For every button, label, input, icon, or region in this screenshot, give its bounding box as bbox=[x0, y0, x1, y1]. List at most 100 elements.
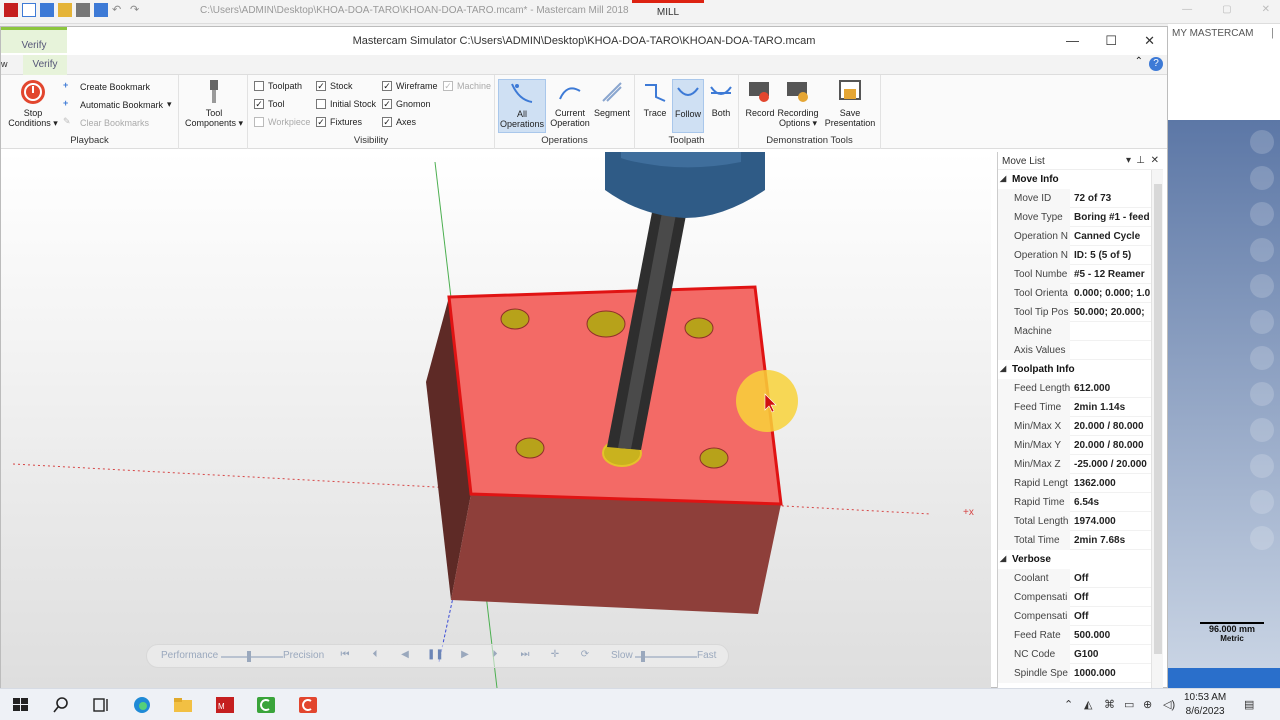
tab-fragment[interactable]: w bbox=[1, 59, 8, 69]
move-list-row[interactable]: Min/Max X 20.000 / 80.000 bbox=[998, 417, 1152, 436]
open-folder-icon[interactable] bbox=[58, 3, 72, 17]
initial-stock-checkbox[interactable]: Initial Stock bbox=[316, 99, 376, 109]
move-list-row[interactable]: Compensati Off bbox=[998, 588, 1152, 607]
move-list-row[interactable]: Spindle Spe 1000.000 bbox=[998, 664, 1152, 683]
quality-slider-thumb[interactable] bbox=[247, 651, 251, 662]
all-operations-button[interactable]: All Operations bbox=[498, 79, 546, 133]
wireframe-checkbox[interactable]: ✓ Wireframe bbox=[382, 81, 438, 91]
tab-verify[interactable]: Verify bbox=[23, 55, 67, 75]
move-list-row[interactable]: Feed Time 2min 1.14s bbox=[998, 398, 1152, 417]
view-tool-icon[interactable] bbox=[1250, 202, 1274, 226]
tool-checkbox[interactable]: ✓ Tool bbox=[254, 99, 285, 109]
record-button[interactable]: Record bbox=[743, 79, 777, 118]
view-tool-icon[interactable] bbox=[1250, 490, 1274, 514]
move-list-row[interactable]: Coolant Off bbox=[998, 569, 1152, 588]
view-tool-icon[interactable] bbox=[1250, 418, 1274, 442]
help-icon[interactable]: ? bbox=[1149, 57, 1163, 71]
bookmark-next-icon[interactable]: ✛ bbox=[547, 649, 563, 663]
step-back-icon[interactable]: ⏴ bbox=[367, 649, 383, 663]
pause-icon[interactable]: ❚❚ bbox=[427, 649, 444, 663]
stock-checkbox[interactable]: ✓ Stock bbox=[316, 81, 353, 91]
move-list-row[interactable]: Feed Rate 500.000 bbox=[998, 626, 1152, 645]
save-icon[interactable] bbox=[40, 3, 54, 17]
go-to-start-icon[interactable]: ⏮ bbox=[337, 649, 353, 663]
collapse-ribbon-icon[interactable]: ⌃ bbox=[1135, 56, 1143, 67]
battery-icon[interactable]: ▭ bbox=[1124, 698, 1134, 711]
recording-options-button[interactable]: Recording Options ▾ bbox=[777, 79, 819, 128]
edge-browser-icon[interactable] bbox=[131, 695, 153, 715]
system-clock[interactable]: 10:53 AM 8/6/2023 bbox=[1184, 691, 1226, 719]
mill-mode-tab[interactable]: MILL bbox=[632, 0, 704, 24]
automatic-bookmark-button[interactable]: + Automatic Bookmark ▾ bbox=[63, 98, 172, 111]
view-tool-icon[interactable] bbox=[1250, 130, 1274, 154]
move-info-section[interactable]: Move Info bbox=[998, 170, 1152, 189]
move-list-row[interactable]: Total Time 2min 7.68s bbox=[998, 531, 1152, 550]
move-list-row[interactable]: NC Code G100 bbox=[998, 645, 1152, 664]
go-to-end-icon[interactable]: ⏭ bbox=[517, 649, 533, 663]
move-list-row[interactable]: Rapid Lengt 1362.000 bbox=[998, 474, 1152, 493]
trace-button[interactable]: Trace bbox=[639, 79, 671, 118]
notifications-icon[interactable]: ▤ bbox=[1244, 698, 1254, 711]
save-as-icon[interactable] bbox=[94, 3, 108, 17]
maximize-icon[interactable]: ☐ bbox=[1105, 33, 1117, 49]
maximize-icon[interactable]: ▢ bbox=[1222, 4, 1231, 15]
gnomon-checkbox[interactable]: ✓ Gnomon bbox=[382, 99, 431, 109]
move-list-row[interactable]: Compensati Off bbox=[998, 607, 1152, 626]
move-list-row[interactable]: Tool Orienta 0.000; 0.000; 1.0 bbox=[998, 284, 1152, 303]
quality-slider-track[interactable] bbox=[221, 656, 283, 658]
panel-menu-icon[interactable]: ▾ bbox=[1126, 155, 1131, 166]
view-tool-icon[interactable] bbox=[1250, 274, 1274, 298]
rewind-icon[interactable]: ◀ bbox=[397, 649, 413, 663]
move-list-row[interactable]: Total Length 1974.000 bbox=[998, 512, 1152, 531]
move-list-row[interactable]: Move Type Boring #1 - feed bbox=[998, 208, 1152, 227]
toolpath-info-section[interactable]: Toolpath Info bbox=[998, 360, 1152, 379]
speed-slider-thumb[interactable] bbox=[641, 651, 645, 662]
view-tool-icon[interactable] bbox=[1250, 454, 1274, 478]
search-icon[interactable] bbox=[50, 695, 72, 715]
move-list-row[interactable]: Move ID 72 of 73 bbox=[998, 189, 1152, 208]
move-list-row[interactable]: Min/Max Y 20.000 / 80.000 bbox=[998, 436, 1152, 455]
pin-icon[interactable]: ⊥ bbox=[1136, 155, 1145, 166]
mastercam-2018-icon[interactable]: M bbox=[214, 695, 236, 715]
loop-icon[interactable]: ⟳ bbox=[577, 649, 593, 663]
close-icon[interactable]: ✕ bbox=[1151, 155, 1159, 166]
stop-conditions-button[interactable]: Stop Conditions ▾ bbox=[7, 79, 59, 128]
move-list-row[interactable]: Tool Numbe #5 - 12 Reamer bbox=[998, 265, 1152, 284]
file-explorer-icon[interactable] bbox=[172, 695, 194, 715]
tool-components-button[interactable]: Tool Components ▾ bbox=[183, 79, 245, 128]
view-tool-icon[interactable] bbox=[1250, 310, 1274, 334]
segment-button[interactable]: Segment bbox=[593, 79, 631, 118]
move-list-row[interactable]: Operation N Canned Cycle bbox=[998, 227, 1152, 246]
panel-close-icon[interactable]: | bbox=[1271, 27, 1274, 39]
move-list-row[interactable]: Operation N ID: 5 (5 of 5) bbox=[998, 246, 1152, 265]
move-list-row[interactable]: Feed Length 612.000 bbox=[998, 379, 1152, 398]
redo-icon[interactable]: ↷ bbox=[130, 3, 144, 17]
print-icon[interactable] bbox=[76, 3, 90, 17]
step-forward-icon[interactable]: ⏵ bbox=[487, 649, 503, 663]
language-icon[interactable]: ⊕ bbox=[1143, 698, 1152, 711]
move-list-row[interactable]: Min/Max Z -25.000 / 20.000 bbox=[998, 455, 1152, 474]
fixtures-checkbox[interactable]: ✓ Fixtures bbox=[316, 117, 362, 127]
new-file-icon[interactable] bbox=[22, 3, 36, 17]
toolpath-checkbox[interactable]: Toolpath bbox=[254, 81, 302, 91]
workpiece-checkbox[interactable]: Workpiece bbox=[254, 117, 310, 127]
play-icon[interactable]: ▶ bbox=[457, 649, 473, 663]
follow-button[interactable]: Follow bbox=[672, 79, 704, 133]
machine-checkbox[interactable]: ✓ Machine bbox=[443, 81, 491, 91]
camtasia-icon[interactable] bbox=[297, 695, 319, 715]
verbose-section[interactable]: Verbose bbox=[998, 550, 1152, 569]
both-button[interactable]: Both bbox=[705, 79, 737, 118]
move-list-row[interactable]: Machine bbox=[998, 322, 1152, 341]
view-tool-icon[interactable] bbox=[1250, 382, 1274, 406]
create-bookmark-button[interactable]: + Create Bookmark bbox=[63, 80, 150, 93]
current-operation-button[interactable]: Current Operation bbox=[547, 79, 593, 128]
view-tool-icon[interactable] bbox=[1250, 526, 1274, 550]
minimize-icon[interactable]: — bbox=[1182, 4, 1192, 15]
axes-checkbox[interactable]: ✓ Axes bbox=[382, 117, 416, 127]
volume-icon[interactable]: ◁) bbox=[1163, 698, 1175, 711]
simulation-viewport[interactable]: +x Performance Precision ⏮ ⏴ ◀ ❚❚ ▶ ⏵ ⏭ … bbox=[1, 152, 991, 688]
move-list-row[interactable]: Rapid Time 6.54s bbox=[998, 493, 1152, 512]
scrollbar-thumb[interactable] bbox=[1154, 184, 1162, 654]
move-list-row[interactable]: Tool Tip Pos 50.000; 20.000; bbox=[998, 303, 1152, 322]
tray-network-app-icon[interactable]: ⌘ bbox=[1104, 698, 1115, 711]
